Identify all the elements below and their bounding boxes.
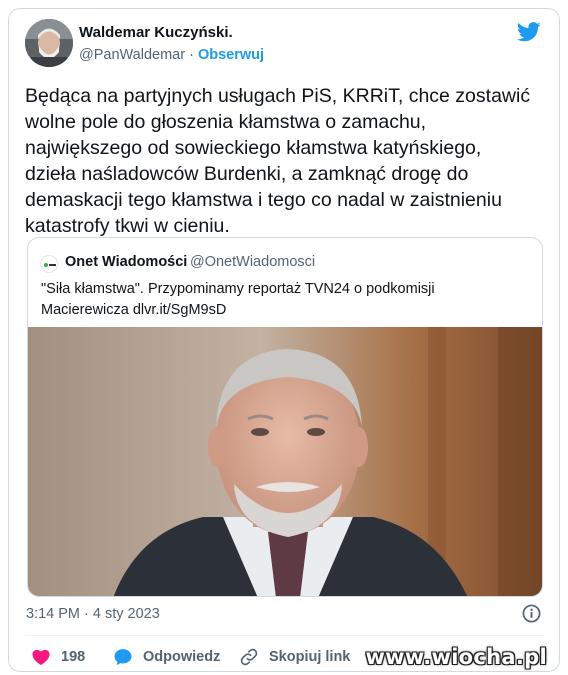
quoted-avatar <box>40 255 58 273</box>
link-icon <box>240 648 258 666</box>
author-avatar[interactable] <box>25 19 73 67</box>
quoted-tweet[interactable]: Onet Wiadomości @OnetWiadomosci "Siła kł… <box>27 237 543 597</box>
follow-button[interactable]: Obserwuj <box>198 47 264 63</box>
quoted-text: "Siła kłamstwa". Przypominamy reportaż T… <box>41 281 435 318</box>
onet-logo-dot <box>44 263 48 267</box>
footer-divider <box>25 635 545 636</box>
copy-link-label: Skopiuj link <box>269 649 351 665</box>
reply-bubble-icon <box>114 649 132 666</box>
quoted-author-name: Onet Wiadomości <box>65 254 188 270</box>
reply-button[interactable]: Odpowiedz <box>113 645 220 669</box>
reply-label: Odpowiedz <box>143 649 221 665</box>
like-button[interactable]: 198 <box>31 645 85 669</box>
onet-logo-bar <box>49 264 56 266</box>
heart-icon <box>32 649 50 665</box>
author-handle-row: @PanWaldemar · Obserwuj <box>79 47 264 63</box>
author-handle[interactable]: @PanWaldemar <box>79 47 185 63</box>
watermark-text: www.wiocha.pl <box>365 645 547 669</box>
quoted-photo[interactable] <box>28 327 543 597</box>
author-name[interactable]: Waldemar Kuczyński. <box>79 24 233 41</box>
tweet-card: Waldemar Kuczyński. @PanWaldemar · Obser… <box>8 8 560 672</box>
tweet-timestamp[interactable]: 3:14 PM · 4 sty 2023 <box>26 606 160 622</box>
handle-separator: · <box>185 47 198 63</box>
tweet-text: Będąca na partyjnych usługach PiS, KRRiT… <box>25 85 531 237</box>
quoted-author-handle: @OnetWiadomosci <box>190 254 316 270</box>
copy-link-button[interactable]: Skopiuj link <box>239 645 350 669</box>
twitter-bird-icon[interactable] <box>517 22 541 42</box>
like-count: 198 <box>61 649 86 665</box>
info-icon[interactable] <box>522 604 541 623</box>
